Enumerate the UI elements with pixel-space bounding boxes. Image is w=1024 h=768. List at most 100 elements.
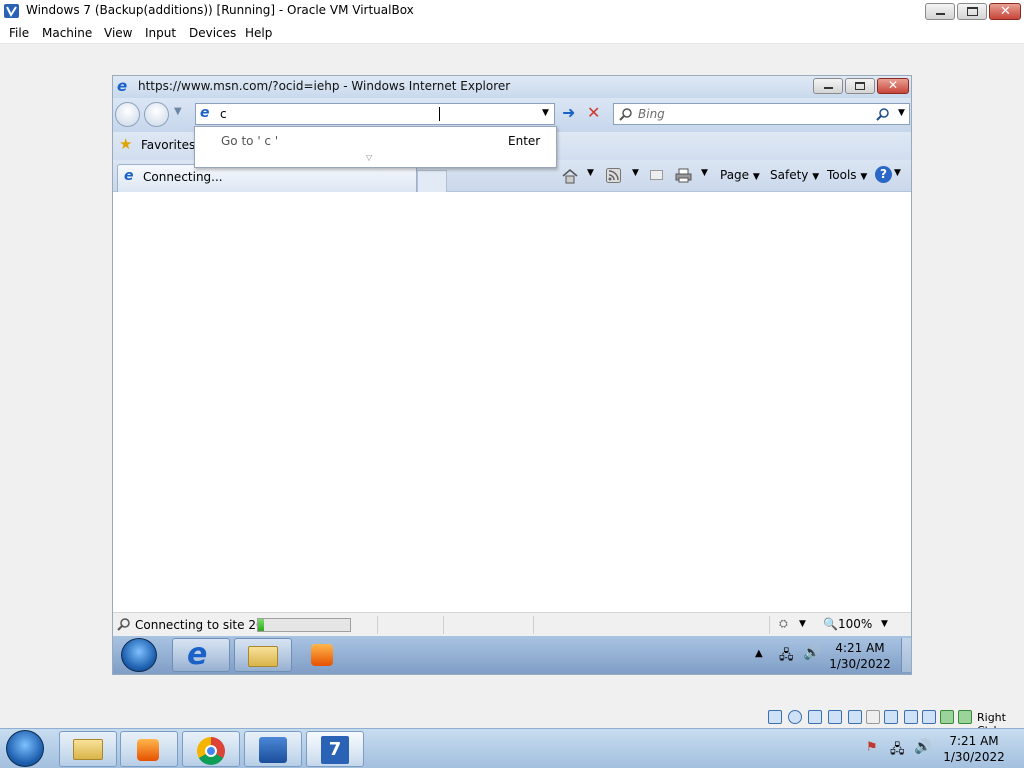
back-button[interactable] bbox=[115, 102, 140, 127]
zoom-dropdown[interactable]: ▼ bbox=[881, 619, 888, 629]
ie-close-button[interactable]: ✕ bbox=[877, 78, 909, 94]
host-minimize-button[interactable] bbox=[925, 3, 955, 20]
guest-clock[interactable]: 4:21 AM 1/30/2022 bbox=[825, 640, 895, 672]
status-bar: Connecting to site 204 ⛭ ▼ 🔍100% ▼ bbox=[113, 612, 911, 636]
show-desktop-button[interactable] bbox=[901, 638, 911, 672]
enter-hint: Enter bbox=[508, 134, 541, 148]
optical-drive-icon[interactable] bbox=[788, 710, 802, 724]
host-media-player-button[interactable] bbox=[120, 731, 178, 767]
search-options-dropdown[interactable]: ▼ bbox=[898, 108, 905, 118]
speaker-icon[interactable]: 🔊 bbox=[914, 739, 931, 755]
chevron-down-icon: ▼ bbox=[860, 172, 868, 182]
ie-icon: e bbox=[200, 105, 210, 121]
ie-title-bar: e https://www.msn.com/?ocid=iehp - Windo… bbox=[113, 76, 911, 98]
status-divider bbox=[377, 616, 378, 634]
host-vm-window-button[interactable]: 7 bbox=[306, 731, 364, 767]
status-text: Connecting to site 204 bbox=[135, 618, 272, 632]
host-title-bar: Windows 7 (Backup(additions)) [Running] … bbox=[0, 0, 1024, 22]
taskbar-media-player-button[interactable] bbox=[299, 638, 351, 672]
print-dropdown[interactable]: ▼ bbox=[701, 168, 708, 178]
harddisk-icon[interactable] bbox=[768, 710, 782, 724]
host-taskbar: 7 ⚑ 🖧 🔊 7:21 AM 1/30/2022 bbox=[0, 728, 1024, 768]
display-icon[interactable] bbox=[884, 710, 898, 724]
windows-start-icon[interactable] bbox=[6, 730, 44, 767]
home-dropdown[interactable]: ▼ bbox=[587, 168, 594, 178]
search-placeholder: Bing bbox=[638, 107, 665, 121]
address-input[interactable]: c bbox=[220, 107, 227, 121]
taskbar-explorer-button[interactable] bbox=[234, 638, 292, 672]
zoom-control[interactable]: 🔍100% bbox=[823, 617, 872, 631]
home-icon[interactable] bbox=[562, 168, 578, 184]
audio-icon[interactable] bbox=[808, 710, 822, 724]
search-go-icon[interactable] bbox=[876, 107, 890, 121]
text-cursor-icon bbox=[439, 107, 440, 121]
taskbar-ie-button[interactable]: e bbox=[172, 637, 230, 672]
expand-suggestions-icon[interactable]: ▽ bbox=[366, 153, 372, 162]
progress-fill bbox=[258, 619, 264, 631]
ie-minimize-button[interactable] bbox=[813, 78, 843, 94]
search-box[interactable]: Bing ▼ bbox=[613, 103, 910, 125]
folder-icon bbox=[73, 739, 103, 760]
tools-label: Tools bbox=[827, 168, 857, 182]
page-content[interactable] bbox=[113, 192, 911, 612]
shared-folders-icon[interactable] bbox=[866, 710, 880, 724]
network-adapter-icon[interactable] bbox=[828, 710, 842, 724]
print-icon[interactable] bbox=[675, 168, 692, 183]
host-explorer-button[interactable] bbox=[59, 731, 117, 767]
rss-dropdown[interactable]: ▼ bbox=[632, 168, 639, 178]
protected-mode-dropdown[interactable]: ▼ bbox=[799, 619, 806, 629]
speaker-icon[interactable]: 🔊 bbox=[803, 645, 820, 661]
host-virtualbox-button[interactable] bbox=[244, 731, 302, 767]
host-maximize-button[interactable] bbox=[957, 3, 987, 20]
menu-help[interactable]: Help bbox=[245, 26, 272, 40]
flag-icon[interactable]: ⚑ bbox=[866, 740, 878, 755]
folder-icon bbox=[248, 646, 278, 667]
host-window-title: Windows 7 (Backup(additions)) [Running] … bbox=[26, 3, 414, 17]
page-label: Page bbox=[720, 168, 750, 182]
help-icon[interactable]: ? bbox=[875, 166, 892, 183]
ie-icon: e bbox=[117, 77, 128, 95]
close-icon: ✕ bbox=[1000, 4, 1011, 19]
guest-additions-icon[interactable] bbox=[940, 710, 954, 724]
menu-input[interactable]: Input bbox=[145, 26, 176, 40]
protected-mode-icon[interactable]: ⛭ bbox=[779, 617, 788, 631]
host-close-button[interactable]: ✕ bbox=[989, 3, 1021, 20]
stop-icon[interactable]: ✕ bbox=[587, 103, 600, 122]
go-arrow-icon[interactable]: ➜ bbox=[562, 103, 575, 122]
network-icon[interactable]: 🖧 bbox=[890, 740, 905, 762]
virtualbox-icon bbox=[4, 4, 19, 18]
tools-menu[interactable]: Tools ▼ bbox=[827, 168, 867, 182]
help-dropdown[interactable]: ▼ bbox=[894, 168, 901, 178]
page-menu[interactable]: Page ▼ bbox=[720, 168, 760, 182]
tab-msn[interactable]: e Connecting... bbox=[117, 164, 417, 192]
vt-x-icon[interactable] bbox=[922, 710, 936, 724]
menu-machine[interactable]: Machine bbox=[42, 26, 92, 40]
status-divider bbox=[769, 616, 770, 634]
safety-menu[interactable]: Safety ▼ bbox=[770, 168, 819, 182]
menu-file[interactable]: File bbox=[9, 26, 29, 40]
host-chrome-button[interactable] bbox=[182, 731, 240, 767]
menu-view[interactable]: View bbox=[104, 26, 132, 40]
usb-icon[interactable] bbox=[848, 710, 862, 724]
host-clock[interactable]: 7:21 AM 1/30/2022 bbox=[936, 733, 1012, 765]
address-bar[interactable]: e c ▼ bbox=[195, 103, 555, 125]
network-icon[interactable]: 🖧 bbox=[779, 646, 794, 668]
zoom-icon: 🔍 bbox=[823, 617, 838, 631]
chevron-down-icon: ▼ bbox=[812, 172, 820, 182]
windows-start-icon[interactable] bbox=[121, 638, 157, 672]
recent-pages-dropdown[interactable]: ▼ bbox=[174, 106, 182, 117]
forward-button[interactable] bbox=[144, 102, 169, 127]
ie-restore-button[interactable] bbox=[845, 78, 875, 94]
rss-icon[interactable] bbox=[606, 168, 621, 183]
address-dropdown-arrow[interactable]: ▼ bbox=[542, 108, 549, 118]
host-clock-date: 1/30/2022 bbox=[943, 750, 1005, 764]
new-tab-button[interactable] bbox=[417, 170, 447, 192]
read-mail-icon[interactable] bbox=[650, 170, 663, 180]
menu-devices[interactable]: Devices bbox=[189, 26, 236, 40]
guest-clock-date: 1/30/2022 bbox=[829, 657, 891, 671]
video-capture-icon[interactable] bbox=[904, 710, 918, 724]
progress-bar bbox=[257, 618, 351, 632]
mouse-integration-icon[interactable] bbox=[958, 710, 972, 724]
show-hidden-icons-button[interactable]: ▲ bbox=[755, 648, 763, 659]
goto-suggestion[interactable]: Go to ' c ' bbox=[221, 134, 278, 148]
